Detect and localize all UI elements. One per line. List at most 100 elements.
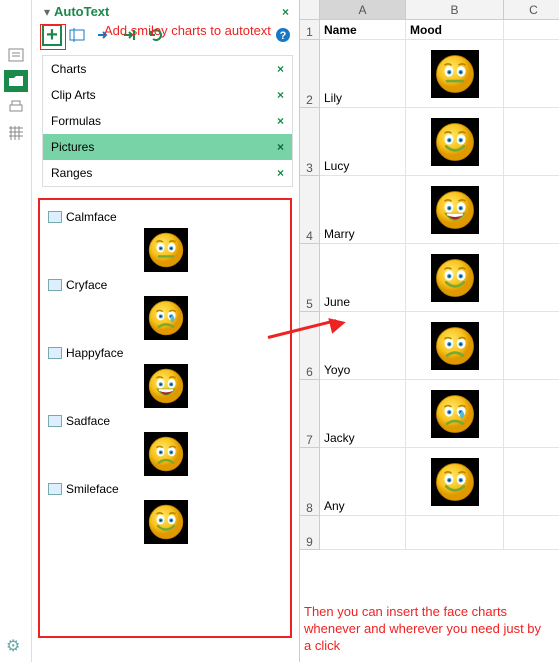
gallery-item-label: Happyface xyxy=(66,346,123,360)
row-head-5[interactable]: 5 xyxy=(300,244,320,312)
help-button[interactable]: ? xyxy=(273,25,293,45)
category-item-ranges[interactable]: Ranges × xyxy=(43,160,292,186)
pane-header: ▾ AutoText × xyxy=(32,0,299,23)
mood-image[interactable] xyxy=(431,390,479,438)
row-head-7[interactable]: 7 xyxy=(300,380,320,448)
category-item-pictures[interactable]: Pictures × xyxy=(43,134,292,160)
mood-image[interactable] xyxy=(431,186,479,234)
cell-C9[interactable] xyxy=(504,516,559,550)
cell-B8[interactable] xyxy=(406,448,504,516)
mood-image[interactable] xyxy=(431,118,479,166)
cell-B7[interactable] xyxy=(406,380,504,448)
gallery-item-header: Sadface xyxy=(48,414,284,428)
category-item-clip-arts[interactable]: Clip Arts × xyxy=(43,82,292,108)
mood-image[interactable] xyxy=(431,322,479,370)
gallery-item-header: Happyface xyxy=(48,346,284,360)
gallery-item-thumb[interactable] xyxy=(144,296,188,340)
gallery-item-header: Cryface xyxy=(48,278,284,292)
col-head-C[interactable]: C xyxy=(504,0,559,20)
cell-A5[interactable]: June xyxy=(320,244,406,312)
annotation-add-highlight xyxy=(40,24,66,50)
gallery-item-cryface[interactable]: Cryface xyxy=(48,278,284,340)
gallery-item-calmface[interactable]: Calmface xyxy=(48,210,284,272)
cell-A2[interactable]: Lily xyxy=(320,40,406,108)
cell-B4[interactable] xyxy=(406,176,504,244)
cell-C6[interactable] xyxy=(504,312,559,380)
annotation-arrow xyxy=(268,310,348,350)
pane-dropdown-icon[interactable]: ▾ xyxy=(42,5,52,19)
category-list: Charts×Clip Arts×Formulas×Pictures×Range… xyxy=(42,55,293,187)
picture-icon xyxy=(48,415,62,427)
rail-item-print[interactable] xyxy=(4,96,28,118)
rail-item-autotext[interactable] xyxy=(4,44,28,66)
category-close-icon[interactable]: × xyxy=(277,140,284,154)
gallery-item-sadface[interactable]: Sadface xyxy=(48,414,284,476)
gallery-item-label: Sadface xyxy=(66,414,110,428)
row-head-4[interactable]: 4 xyxy=(300,176,320,244)
rename-button[interactable] xyxy=(68,25,88,45)
cell-A8[interactable]: Any xyxy=(320,448,406,516)
cell-B1[interactable]: Mood xyxy=(406,20,504,40)
cell-C7[interactable] xyxy=(504,380,559,448)
cell-B9[interactable] xyxy=(406,516,504,550)
grid-body: NameMoodLily Lucy Marry June xyxy=(320,20,559,550)
gallery-item-happyface[interactable]: Happyface xyxy=(48,346,284,408)
row-headers: 123456789 xyxy=(300,20,320,550)
rail-item-grid[interactable] xyxy=(4,122,28,144)
mood-image[interactable] xyxy=(431,50,479,98)
cell-A9[interactable] xyxy=(320,516,406,550)
annotation-bottom: Then you can insert the face charts when… xyxy=(304,604,542,655)
row-head-3[interactable]: 3 xyxy=(300,108,320,176)
category-label: Pictures xyxy=(51,140,94,154)
pane-toolbar: + ? Add smiley charts to autotext xyxy=(32,23,299,51)
category-close-icon[interactable]: × xyxy=(277,88,284,102)
picture-icon xyxy=(48,279,62,291)
mood-image[interactable] xyxy=(431,254,479,302)
gallery-item-header: Smileface xyxy=(48,482,284,496)
category-label: Charts xyxy=(51,62,86,76)
row-head-2[interactable]: 2 xyxy=(300,40,320,108)
cell-B3[interactable] xyxy=(406,108,504,176)
gallery-item-thumb[interactable] xyxy=(144,364,188,408)
cell-C2[interactable] xyxy=(504,40,559,108)
cell-A1[interactable]: Name xyxy=(320,20,406,40)
settings-gear-icon[interactable]: ⚙ xyxy=(6,636,20,656)
cell-B5[interactable] xyxy=(406,244,504,312)
gallery-panel: Calmface Cryface Happyface Sadface xyxy=(38,198,292,638)
cell-C8[interactable] xyxy=(504,448,559,516)
pane-close-icon[interactable]: × xyxy=(278,5,293,19)
gallery-item-smileface[interactable]: Smileface xyxy=(48,482,284,544)
cell-C1[interactable] xyxy=(504,20,559,40)
col-head-A[interactable]: A xyxy=(320,0,406,20)
row-head-1[interactable]: 1 xyxy=(300,20,320,40)
cell-B6[interactable] xyxy=(406,312,504,380)
gallery-item-label: Calmface xyxy=(66,210,117,224)
rail-item-folder[interactable] xyxy=(4,70,28,92)
mood-image[interactable] xyxy=(431,458,479,506)
category-label: Clip Arts xyxy=(51,88,96,102)
category-label: Formulas xyxy=(51,114,101,128)
cell-C4[interactable] xyxy=(504,176,559,244)
cell-B2[interactable] xyxy=(406,40,504,108)
cell-C3[interactable] xyxy=(504,108,559,176)
row-head-8[interactable]: 8 xyxy=(300,448,320,516)
category-close-icon[interactable]: × xyxy=(277,114,284,128)
col-head-B[interactable]: B xyxy=(406,0,504,20)
category-close-icon[interactable]: × xyxy=(277,62,284,76)
picture-icon xyxy=(48,483,62,495)
gallery-item-thumb[interactable] xyxy=(144,432,188,476)
cell-A3[interactable]: Lucy xyxy=(320,108,406,176)
category-close-icon[interactable]: × xyxy=(277,166,284,180)
category-item-charts[interactable]: Charts × xyxy=(43,56,292,82)
cell-A7[interactable]: Jacky xyxy=(320,380,406,448)
cell-A4[interactable]: Marry xyxy=(320,176,406,244)
gallery-item-thumb[interactable] xyxy=(144,228,188,272)
cell-C5[interactable] xyxy=(504,244,559,312)
select-all-corner[interactable] xyxy=(300,0,320,20)
side-rail xyxy=(0,0,32,662)
category-label: Ranges xyxy=(51,166,92,180)
gallery-item-thumb[interactable] xyxy=(144,500,188,544)
category-item-formulas[interactable]: Formulas × xyxy=(43,108,292,134)
picture-icon xyxy=(48,347,62,359)
row-head-9[interactable]: 9 xyxy=(300,516,320,550)
